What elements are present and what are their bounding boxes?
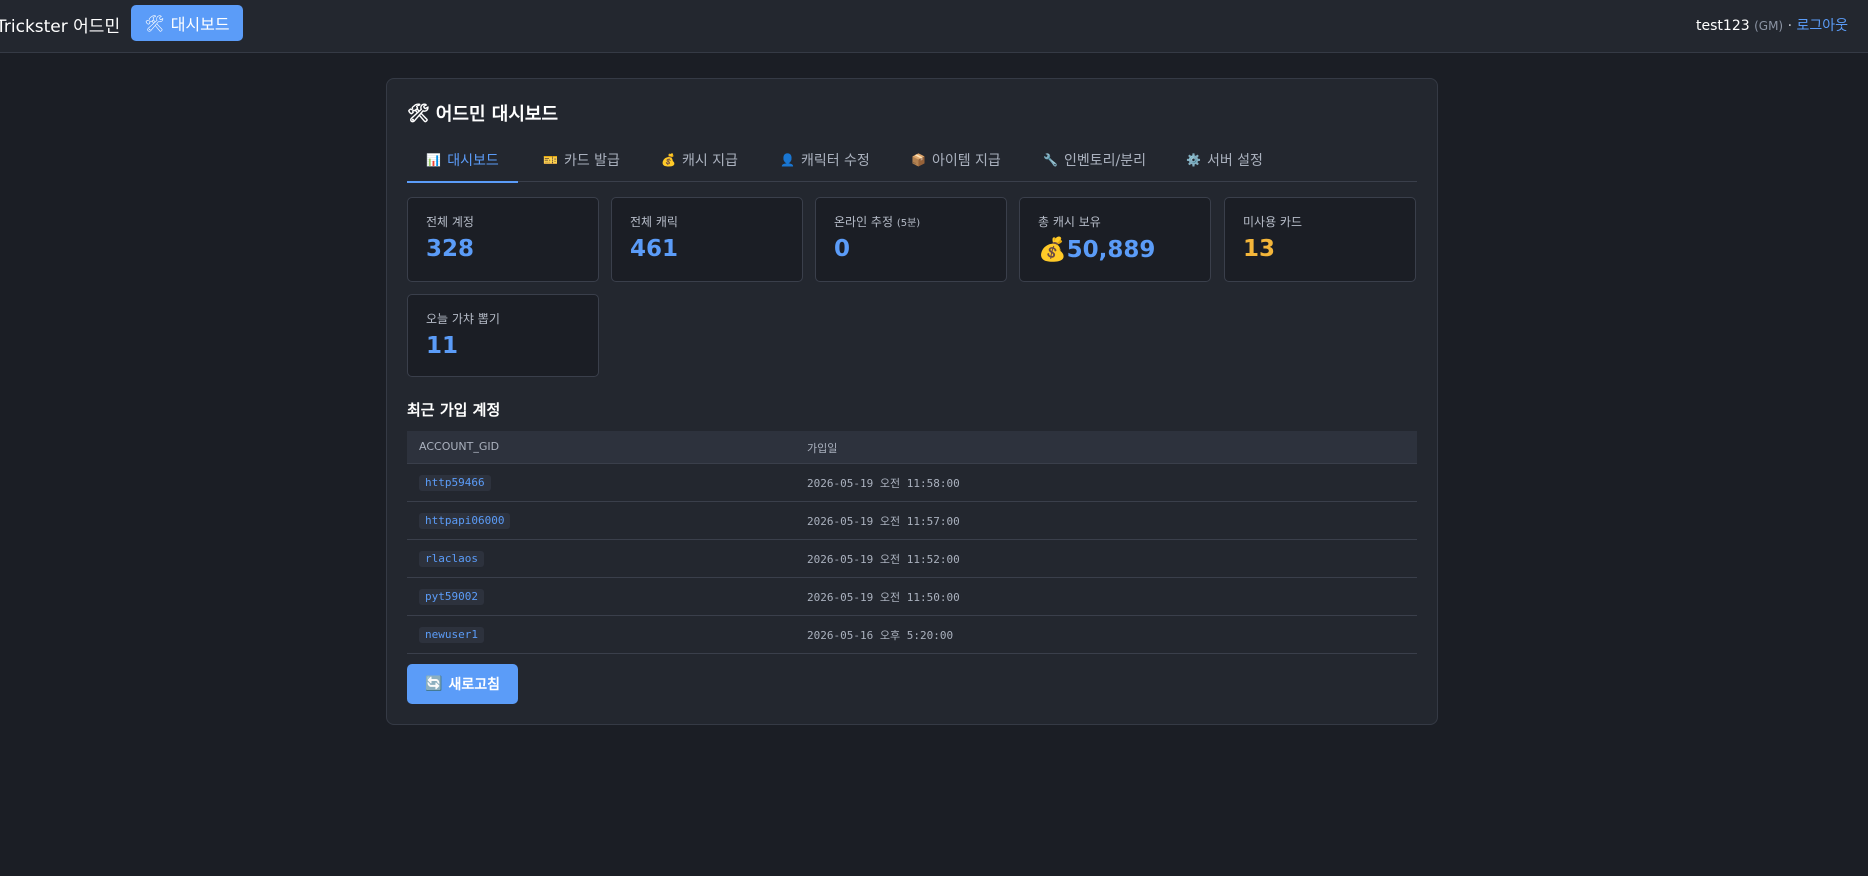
tab-label: 아이템 지급 (931, 153, 1001, 169)
user-role: (GM) (1754, 19, 1784, 33)
ticket-icon: 🎫 (543, 153, 558, 167)
tools-icon: 🛠 (144, 13, 165, 33)
app-brand[interactable]: Trickster 어드민 (0, 12, 120, 37)
refresh-button[interactable]: 🔄 새로고침 (407, 664, 518, 704)
table-row: http59466 2026-05-19 오전 11:58:00 (407, 464, 1417, 502)
stat-label: 온라인 추정 (5분) (834, 213, 920, 230)
user-icon: 👤 (780, 153, 795, 167)
tab-label: 캐시 지급 (681, 153, 738, 169)
tab-item-grant[interactable]: 📦 아이템 지급 (909, 138, 1003, 182)
tab-inventory-split[interactable]: 🔧 인벤토리/분리 (1041, 138, 1148, 182)
table-row: newuser1 2026-05-16 오후 5:20:00 (407, 616, 1417, 654)
stat-today-gacha: 오늘 가챠 뽑기 11 (407, 294, 599, 377)
account-gid: pyt59002 (419, 589, 484, 605)
stat-total-cash: 총 캐시 보유 💰50,889 (1019, 197, 1211, 282)
join-date: 2026-05-19 오전 11:58:00 (807, 477, 960, 490)
tab-label: 카드 발급 (563, 153, 620, 169)
column-header: ACCOUNT_GID (419, 440, 500, 453)
stat-value-number: 50,889 (1066, 237, 1156, 263)
page-title: 🛠 어드민 대시보드 (407, 100, 558, 126)
tab-label: 인벤토리/분리 (1063, 153, 1146, 169)
logout-link[interactable]: 로그아웃 (1796, 18, 1848, 34)
tab-label: 캐릭터 수정 (800, 153, 870, 169)
admin-dashboard-card: 🛠 어드민 대시보드 📊 대시보드 🎫 카드 발급 💰 캐시 지급 👤 캐릭터 … (386, 78, 1438, 725)
page-title-text: 어드민 대시보드 (435, 104, 559, 125)
stat-label: 오늘 가챠 뽑기 (426, 312, 500, 326)
tab-label: 서버 설정 (1206, 153, 1263, 169)
package-icon: 📦 (911, 153, 926, 167)
stat-value: 0 (834, 236, 851, 262)
refresh-icon: 🔄 (425, 676, 443, 692)
stat-label: 전체 계정 (426, 215, 474, 229)
join-date: 2026-05-16 오후 5:20:00 (807, 629, 954, 642)
username: test123 (1696, 18, 1750, 34)
stat-total-characters: 전체 캐릭 461 (611, 197, 803, 282)
account-gid: rlaclaos (419, 551, 484, 567)
tab-server-settings[interactable]: ⚙️ 서버 설정 (1184, 138, 1265, 182)
account-gid: newuser1 (419, 627, 484, 643)
money-bag-icon: 💰 (661, 153, 676, 167)
stat-value: 328 (426, 236, 475, 262)
stat-value: 461 (630, 236, 679, 262)
table-row: rlaclaos 2026-05-19 오전 11:52:00 (407, 540, 1417, 578)
stat-label: 미사용 카드 (1243, 215, 1303, 229)
tools-icon: 🛠 (407, 102, 430, 124)
stat-label: 총 캐시 보유 (1038, 215, 1101, 229)
separator: · (1787, 18, 1793, 34)
tab-cash-grant[interactable]: 💰 캐시 지급 (659, 138, 740, 182)
stat-label-suffix: (5분) (896, 218, 921, 229)
stat-value: 13 (1243, 236, 1276, 262)
wrench-icon: 🔧 (1043, 153, 1058, 167)
gear-icon: ⚙️ (1186, 153, 1201, 167)
stat-label: 전체 캐릭 (630, 215, 678, 229)
stat-online-estimate: 온라인 추정 (5분) 0 (815, 197, 1007, 282)
table-header: ACCOUNT_GID 가입일 (407, 431, 1417, 464)
recent-accounts-table: ACCOUNT_GID 가입일 http59466 2026-05-19 오전 … (407, 431, 1417, 654)
join-date: 2026-05-19 오전 11:52:00 (807, 553, 960, 566)
tab-character-edit[interactable]: 👤 캐릭터 수정 (778, 138, 872, 182)
stat-value: 💰50,889 (1038, 236, 1155, 263)
tab-dashboard[interactable]: 📊 대시보드 (407, 138, 518, 183)
tab-label: 대시보드 (447, 152, 499, 169)
chart-icon: 📊 (426, 152, 442, 167)
top-nav-bar: Trickster 어드민 🛠 대시보드 test123 (GM) · 로그아웃 (0, 0, 1868, 53)
account-gid: httpapi06000 (419, 513, 511, 529)
dashboard-nav-button[interactable]: 🛠 대시보드 (131, 5, 243, 41)
refresh-label: 새로고침 (448, 677, 500, 693)
stat-value: 11 (426, 333, 459, 359)
column-header: 가입일 (807, 442, 838, 455)
join-date: 2026-05-19 오전 11:50:00 (807, 591, 960, 604)
tab-bar: 📊 대시보드 🎫 카드 발급 💰 캐시 지급 👤 캐릭터 수정 📦 아이템 지급… (407, 138, 1417, 183)
user-area: test123 (GM) · 로그아웃 (1696, 15, 1848, 35)
dashboard-nav-label: 대시보드 (170, 15, 230, 34)
account-gid: http59466 (419, 475, 491, 491)
table-row: pyt59002 2026-05-19 오전 11:50:00 (407, 578, 1417, 616)
recent-accounts-title: 최근 가입 계정 (407, 401, 501, 419)
tab-card-issue[interactable]: 🎫 카드 발급 (541, 138, 622, 182)
stat-unused-cards: 미사용 카드 13 (1224, 197, 1416, 282)
join-date: 2026-05-19 오전 11:57:00 (807, 515, 960, 528)
table-row: httpapi06000 2026-05-19 오전 11:57:00 (407, 502, 1417, 540)
money-bag-icon: 💰 (1038, 237, 1067, 263)
stat-label-text: 온라인 추정 (834, 215, 894, 229)
stat-total-accounts: 전체 계정 328 (407, 197, 599, 282)
